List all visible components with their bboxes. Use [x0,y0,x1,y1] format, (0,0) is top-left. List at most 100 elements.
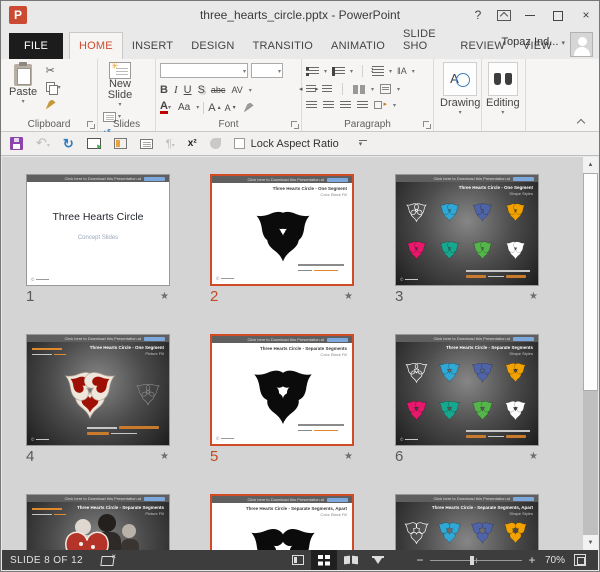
download-banner: Click here to Download this Presentation… [27,495,169,502]
align-center-button[interactable] [323,101,334,110]
redo-icon[interactable]: ↻ [63,138,74,150]
line-spacing-button[interactable] [372,66,384,76]
reading-view-icon [344,555,358,565]
slide-thumbnail-9[interactable]: Click here to Download this Presentation… [395,494,539,551]
tab-slide-sho[interactable]: SLIDE SHO [394,21,451,59]
tab-design[interactable]: DESIGN [182,33,243,59]
align-right-button[interactable] [340,101,351,110]
zoom-slider-thumb[interactable] [470,556,474,565]
slide-thumbnail-4[interactable]: Click here to Download this Presentation… [26,334,170,446]
style-clover [502,357,529,389]
slide-copyright: © [31,277,49,282]
normal-view-button[interactable] [285,550,311,570]
toolbar-overflow-icon[interactable] [358,139,368,149]
justify-button[interactable] [357,101,368,110]
scrollbar-thumb[interactable] [583,173,598,391]
scroll-down-icon[interactable]: ▼ [583,535,598,551]
arrange-window-icon[interactable] [114,138,127,149]
text-direction-button[interactable]: ‖A [397,66,407,76]
font-size-combobox[interactable]: ▾ [251,63,283,78]
columns-button[interactable] [353,85,365,94]
save-icon[interactable] [10,137,23,150]
convert-to-smartart-button[interactable] [374,100,387,110]
lock-aspect-ratio-checkbox[interactable] [234,138,245,149]
slide-thumbnail-7[interactable]: Click here to Download this Presentation… [26,494,170,551]
numbering-button[interactable] [332,67,345,76]
character-spacing-button[interactable]: AV [231,85,242,95]
slide-thumbnail-1[interactable]: Click here to Download this Presentation… [26,174,170,286]
download-link-chip[interactable] [513,497,534,501]
change-case-button[interactable]: Aa [178,102,190,113]
collapse-ribbon-icon[interactable] [577,117,585,125]
editing-button[interactable]: Editing ▾ [486,62,520,116]
clover-color-style [469,357,496,384]
slide-thumbnail-5[interactable]: Click here to Download this Presentation… [210,334,354,446]
font-dialog-launcher-icon[interactable] [291,121,299,129]
align-text-button[interactable] [380,84,391,94]
scroll-up-icon[interactable]: ▲ [583,157,598,173]
underline-button[interactable]: U [184,84,192,96]
download-link-chip[interactable] [513,177,534,181]
strikethrough-button[interactable]: abc [211,85,226,95]
download-link-chip[interactable] [327,498,348,502]
undo-button[interactable]: ↶▾ [36,137,50,150]
italic-button[interactable]: I [174,84,178,96]
zoom-level[interactable]: 70% [545,555,565,566]
paragraph-dialog-launcher-icon[interactable] [423,121,431,129]
slideshow-view-button[interactable] [365,550,391,570]
clover-color-style [469,235,496,262]
black-clover-shape [245,513,321,551]
vertical-scrollbar[interactable]: ▲ ▼ [583,157,598,551]
copyright-glyph: © [216,436,219,441]
drawing-button[interactable]: Drawing ▾ [440,62,480,116]
increase-indent-button[interactable] [322,85,332,94]
start-from-beginning-icon[interactable] [87,138,101,149]
font-name-combobox[interactable]: ▾ [160,63,248,78]
ribbon-display-options-icon[interactable] [497,10,511,21]
zoom-out-button[interactable]: − [414,553,426,567]
download-link-chip[interactable] [327,338,348,342]
slide-notes-icon[interactable] [140,139,153,149]
text-shadow-button[interactable]: S [198,84,205,96]
font-color-button[interactable]: A [160,101,168,114]
align-left-button[interactable] [306,101,317,110]
grow-font-button[interactable]: A [208,102,215,114]
format-painter-icon[interactable] [46,100,56,110]
tab-animatio[interactable]: ANIMATIO [322,33,394,59]
bullets-button[interactable] [306,67,319,76]
bold-button[interactable]: B [160,84,168,96]
fit-to-window-icon[interactable] [574,554,586,566]
download-link-chip[interactable] [144,337,165,341]
shrink-font-button[interactable]: A [225,103,231,113]
clear-formatting-icon[interactable] [244,103,254,113]
slide-thumbnail-2[interactable]: Click here to Download this Presentation… [210,174,354,286]
download-link-chip[interactable] [144,497,165,501]
new-slide-button[interactable]: New Slide ▾ [102,62,138,108]
chevron-down-icon: ▾ [118,101,121,108]
slides-group: New Slide ▾ ▾ ↺ ▾ Slides [98,59,156,131]
zoom-slider[interactable] [430,560,522,561]
download-link-chip[interactable] [327,178,348,182]
download-link-chip[interactable] [144,177,165,181]
paragraph-disabled-button[interactable]: ¶▾ [166,138,175,150]
superscript-button[interactable]: x² [188,138,197,149]
user-avatar[interactable] [570,32,593,57]
slide-thumbnail-6[interactable]: Click here to Download this Presentation… [395,334,539,446]
reading-view-button[interactable] [337,550,365,570]
slide-thumbnail-8[interactable]: Click here to Download this Presentation… [210,494,354,551]
download-banner-text: Click here to Download this Presentation… [65,336,141,341]
paste-button[interactable]: Paste ▾ [9,62,37,105]
copy-icon[interactable] [46,82,56,93]
tab-transitio[interactable]: TRANSITIO [244,33,322,59]
tab-file[interactable]: FILE [9,33,63,59]
cut-icon[interactable]: ✂ [46,64,55,77]
tab-home[interactable]: HOME [69,32,123,59]
account-name[interactable]: Topaz Ind... ▾ [502,36,565,48]
slide-thumbnail-3[interactable]: Click here to Download this Presentation… [395,174,539,286]
slide-sorter-view-button[interactable] [311,550,337,570]
zoom-in-button[interactable]: + [526,553,538,567]
spell-check-icon[interactable] [101,555,114,566]
download-link-chip[interactable] [513,337,534,341]
clipboard-dialog-launcher-icon[interactable] [87,121,95,129]
tab-insert[interactable]: INSERT [123,33,182,59]
